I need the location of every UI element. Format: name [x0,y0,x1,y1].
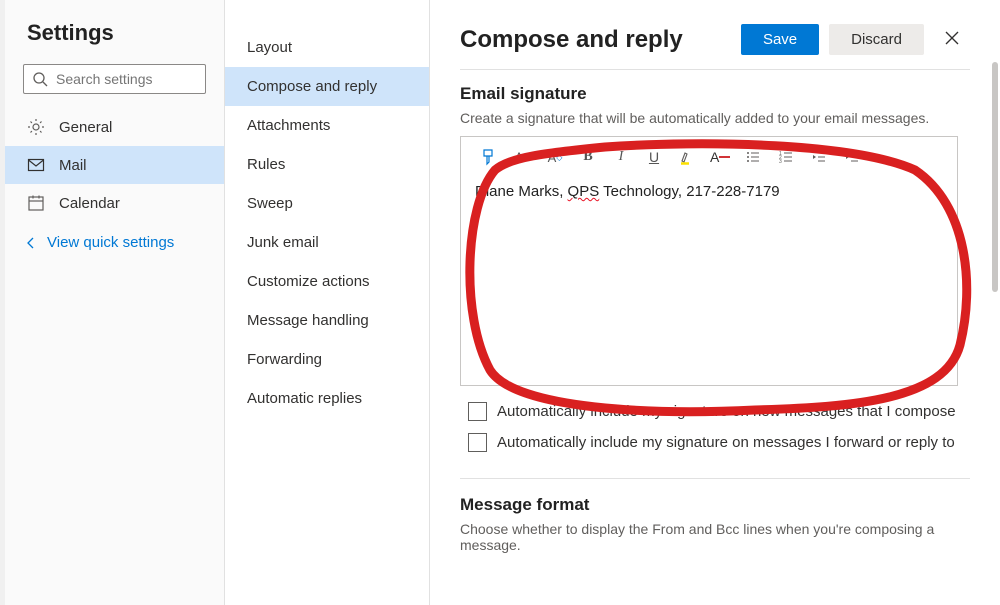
editor-toolbar: AA A◇ B I U A 123 [461,137,957,177]
auto-signature-reply-checkbox[interactable]: Automatically include my signature on me… [468,427,970,458]
mid-item-rules[interactable]: Rules [225,145,429,184]
mid-item-layout[interactable]: Layout [225,28,429,67]
font-size-icon[interactable]: A◇ [545,147,565,167]
italic-button[interactable]: I [611,147,631,167]
settings-sidebar: Settings General Mail Calendar View quic… [5,0,225,605]
nav-label: Mail [59,157,87,174]
signature-editor[interactable]: AA A◇ B I U A 123 Diane Marks, QPS Techn… [460,136,958,386]
mid-item-compose-reply[interactable]: Compose and reply [225,67,429,106]
view-quick-settings-link[interactable]: View quick settings [5,222,224,263]
mid-item-sweep[interactable]: Sweep [225,184,429,223]
main-panel: Compose and reply Save Discard Email sig… [430,0,1000,605]
save-button[interactable]: Save [741,24,819,55]
mid-item-automatic-replies[interactable]: Automatic replies [225,379,429,418]
format-painter-icon[interactable] [479,147,499,167]
gear-icon [27,118,45,136]
chevron-left-icon [25,237,37,249]
nav-mail[interactable]: Mail [5,146,224,184]
message-format-heading: Message format [460,495,970,515]
numbered-list-icon[interactable]: 123 [776,147,796,167]
close-icon [944,30,960,46]
font-family-icon[interactable]: AA [512,147,532,167]
signature-text-post: Technology, 217-228-7179 [599,183,779,200]
close-button[interactable] [934,24,970,55]
divider [460,69,970,70]
bold-button[interactable]: B [578,147,598,167]
signature-text-pre: Diane Marks, [475,183,568,200]
mid-item-message-handling[interactable]: Message handling [225,301,429,340]
mid-item-forwarding[interactable]: Forwarding [225,340,429,379]
checkbox-icon[interactable] [468,433,487,452]
outdent-icon[interactable] [809,147,829,167]
indent-icon[interactable] [842,147,862,167]
svg-text:3: 3 [779,159,782,165]
nav-calendar[interactable]: Calendar [5,184,224,222]
mid-item-customize-actions[interactable]: Customize actions [225,262,429,301]
mid-item-junk-email[interactable]: Junk email [225,223,429,262]
font-color-icon[interactable]: A [710,147,730,167]
email-signature-desc: Create a signature that will be automati… [460,110,970,126]
signature-text-area[interactable]: Diane Marks, QPS Technology, 217-228-717… [461,177,957,206]
page-title: Compose and reply [460,26,683,54]
calendar-icon [27,194,45,212]
underline-button[interactable]: U [644,147,664,167]
search-input[interactable] [56,71,237,87]
mail-icon [27,156,45,174]
search-icon [32,71,48,87]
highlight-icon[interactable] [677,147,697,167]
settings-title: Settings [5,20,224,64]
checkbox-label: Automatically include my signature on me… [497,434,955,451]
divider [460,478,970,479]
auto-signature-new-checkbox[interactable]: Automatically include my signature on ne… [468,396,970,427]
scrollbar[interactable] [992,62,998,292]
nav-general[interactable]: General [5,108,224,146]
bullet-list-icon[interactable] [743,147,763,167]
checkbox-icon[interactable] [468,402,487,421]
signature-text-spell: QPS [568,183,600,200]
email-signature-heading: Email signature [460,84,970,104]
settings-category-list: Layout Compose and reply Attachments Rul… [225,0,430,605]
search-input-wrapper[interactable] [23,64,206,94]
nav-label: General [59,119,112,136]
quick-settings-label: View quick settings [47,234,174,251]
checkbox-label: Automatically include my signature on ne… [497,403,956,420]
discard-button[interactable]: Discard [829,24,924,55]
mid-item-attachments[interactable]: Attachments [225,106,429,145]
nav-label: Calendar [59,195,120,212]
message-format-desc: Choose whether to display the From and B… [460,521,970,553]
